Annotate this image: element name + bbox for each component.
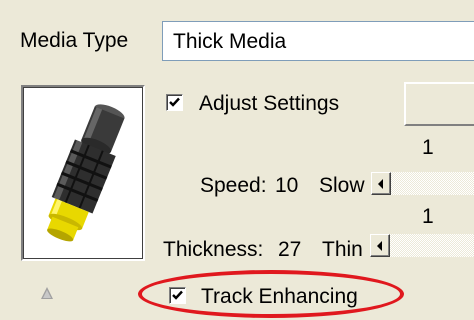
thickness-slider-track[interactable]	[390, 234, 474, 257]
adjust-settings-checkbox[interactable]	[166, 94, 183, 111]
media-type-label: Media Type	[20, 29, 129, 52]
speed-tick-label: 1	[422, 136, 434, 159]
arrow-left-icon	[377, 240, 382, 251]
media-type-field[interactable]: Thick Media	[162, 21, 474, 61]
thickness-decrease-button[interactable]	[370, 234, 390, 257]
triangle-icon	[41, 287, 53, 299]
adjust-settings-label[interactable]: Adjust Settings	[199, 92, 339, 116]
speed-slider-track[interactable]	[391, 172, 474, 195]
thickness-thin-label: Thin	[322, 238, 363, 261]
arrow-left-icon	[378, 178, 383, 189]
thickness-value: 27	[278, 238, 302, 261]
speed-value: 10	[275, 174, 299, 197]
speed-label: Speed:	[200, 174, 267, 197]
settings-button[interactable]	[404, 82, 474, 126]
speed-slow-label: Slow	[319, 174, 365, 197]
speed-decrease-button[interactable]	[371, 172, 391, 195]
print-cartridge-icon	[47, 104, 125, 242]
thickness-label: Thickness:	[163, 238, 264, 261]
cartridge-image-frame	[21, 85, 145, 261]
highlight-ellipse	[138, 270, 404, 318]
checkmark-icon	[169, 97, 180, 107]
thickness-tick-label: 1	[422, 205, 434, 228]
